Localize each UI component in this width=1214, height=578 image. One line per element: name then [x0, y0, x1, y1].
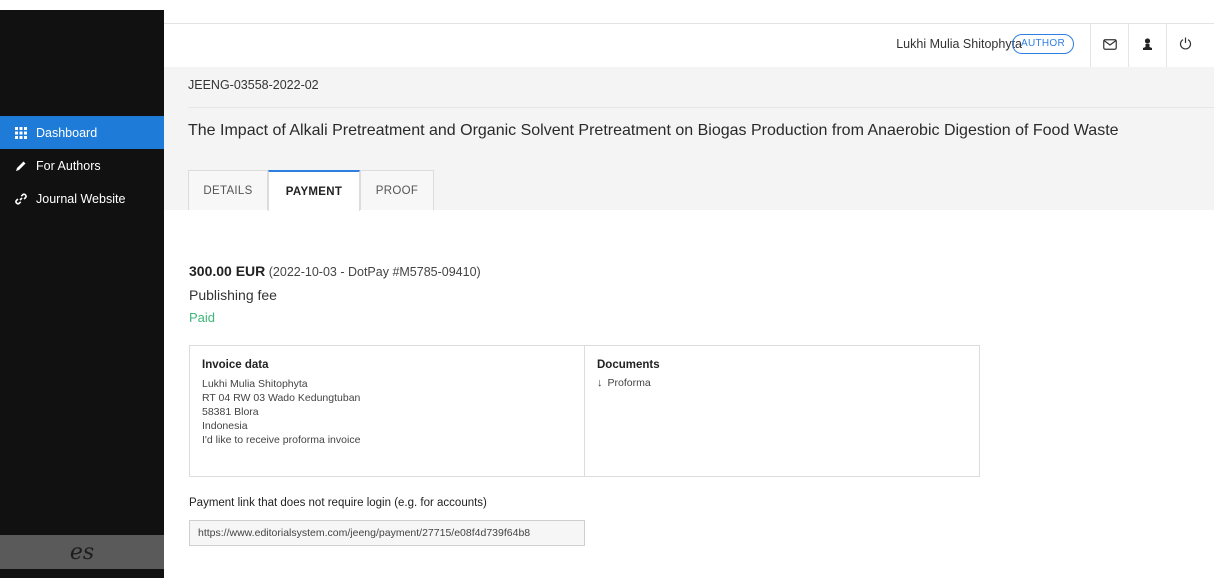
manuscript-title: The Impact of Alkali Pretreatment and Or… — [188, 122, 1119, 139]
grid-icon — [14, 126, 28, 140]
top-header: Lukhi Mulia Shitophyta AUTHOR — [164, 23, 1214, 68]
user-icon — [1142, 37, 1153, 55]
invoice-data-section: Invoice data Lukhi Mulia Shitophyta RT 0… — [190, 346, 585, 476]
invoice-line: RT 04 RW 03 Wado Kedungtuban — [202, 392, 361, 404]
sidebar-item-for-authors[interactable]: For Authors — [0, 149, 164, 182]
invoice-line: Lukhi Mulia Shitophyta — [202, 378, 308, 390]
proforma-link-label: Proforma — [607, 377, 651, 389]
payment-summary: 300.00 EUR (2022-10-03 - DotPay #M5785-0… — [189, 263, 481, 279]
payment-details: (2022-10-03 - DotPay #M5785-09410) — [268, 265, 481, 279]
invoice-panel: Invoice data Lukhi Mulia Shitophyta RT 0… — [189, 345, 980, 477]
envelope-icon — [1102, 37, 1117, 55]
tab-label: PROOF — [375, 184, 419, 197]
invoice-line: Indonesia — [202, 420, 248, 432]
divider — [188, 107, 1214, 108]
brand-logo[interactable]: es — [0, 535, 164, 569]
user-name: Lukhi Mulia Shitophyta — [896, 37, 1022, 51]
sidebar: Dashboard For Authors Journal Website es — [0, 10, 164, 578]
tab-proof[interactable]: PROOF — [360, 170, 434, 210]
manuscript-id: JEENG-03558-2022-02 — [188, 78, 319, 92]
invoice-line: I'd like to receive proforma invoice — [202, 434, 361, 446]
payment-status: Paid — [189, 310, 216, 325]
invoice-line: 58381 Blora — [202, 406, 259, 418]
documents-section: Documents ↓ Proforma — [585, 346, 979, 476]
sidebar-item-journal-website[interactable]: Journal Website — [0, 182, 164, 215]
sidebar-item-label: Dashboard — [36, 125, 98, 140]
profile-button[interactable] — [1128, 24, 1166, 68]
logout-button[interactable] — [1166, 24, 1204, 68]
arrow-down-icon: ↓ — [597, 377, 603, 389]
pencil-icon — [14, 159, 28, 173]
power-icon — [1179, 37, 1192, 55]
payment-link-input[interactable] — [189, 520, 585, 546]
tab-payment[interactable]: PAYMENT — [268, 170, 360, 211]
brand-logo-text: es — [69, 539, 95, 565]
invoice-data-title: Invoice data — [202, 359, 269, 371]
messages-button[interactable] — [1090, 24, 1128, 68]
payment-amount: 300.00 EUR — [189, 263, 266, 279]
tab-label: DETAILS — [203, 184, 253, 197]
link-icon — [14, 192, 28, 206]
documents-title: Documents — [597, 359, 660, 371]
manuscript-header: JEENG-03558-2022-02 The Impact of Alkali… — [164, 67, 1214, 211]
proforma-download-link[interactable]: ↓ Proforma — [597, 377, 979, 389]
sidebar-item-label: For Authors — [36, 158, 101, 173]
tab-label: PAYMENT — [285, 185, 343, 198]
tab-details[interactable]: DETAILS — [188, 170, 268, 210]
payment-link-label: Payment link that does not require login… — [189, 497, 487, 509]
payment-description: Publishing fee — [189, 287, 277, 303]
role-badge: AUTHOR — [1011, 34, 1074, 54]
sidebar-item-dashboard[interactable]: Dashboard — [0, 116, 164, 149]
sidebar-item-label: Journal Website — [36, 191, 126, 206]
